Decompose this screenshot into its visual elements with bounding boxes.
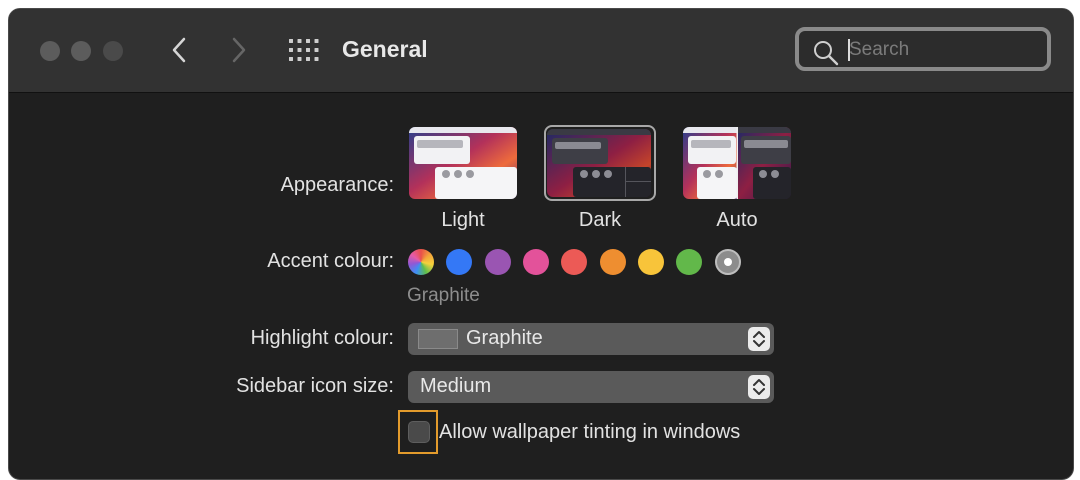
show-all-grid-icon[interactable] — [289, 39, 319, 61]
accent-red-swatch[interactable] — [561, 249, 587, 275]
search-icon — [814, 41, 839, 66]
wallpaper-tinting-checkbox[interactable] — [408, 421, 430, 443]
search-input[interactable] — [847, 37, 1041, 63]
accent-green-swatch[interactable] — [676, 249, 702, 275]
forward-button[interactable] — [224, 35, 254, 65]
accent-colour-label: Accent colour: — [267, 250, 394, 272]
title-bar: General — [9, 9, 1073, 93]
appearance-auto-label: Auto — [716, 209, 758, 231]
accent-yellow-swatch[interactable] — [638, 249, 664, 275]
highlight-colour-label: Highlight colour: — [250, 327, 394, 349]
accent-graphite-swatch[interactable] — [715, 249, 741, 275]
accent-blue-swatch[interactable] — [446, 249, 472, 275]
minimize-window-button[interactable] — [71, 41, 91, 61]
accent-pink-swatch[interactable] — [523, 249, 549, 275]
accent-purple-swatch[interactable] — [485, 249, 511, 275]
search-field[interactable] — [795, 27, 1051, 71]
highlight-colour-preview — [418, 329, 458, 349]
zoom-window-button[interactable] — [103, 41, 123, 61]
system-preferences-window: General Appearance: Light — [8, 8, 1074, 480]
wallpaper-tinting-label[interactable]: Allow wallpaper tinting in windows — [439, 421, 740, 444]
text-caret — [848, 39, 850, 61]
appearance-light-thumbnail[interactable] — [409, 127, 517, 199]
sidebar-icon-size-popup[interactable]: Medium — [408, 371, 774, 403]
appearance-light-label: Light — [441, 209, 485, 231]
sidebar-icon-size-value: Medium — [420, 375, 492, 397]
chevron-left-icon — [172, 37, 186, 63]
accent-selected-name: Graphite — [407, 285, 480, 306]
appearance-label: Appearance: — [280, 174, 394, 196]
close-window-button[interactable] — [40, 41, 60, 61]
appearance-dark-thumbnail[interactable] — [547, 129, 651, 197]
appearance-dark-label: Dark — [578, 209, 622, 231]
appearance-auto-thumbnail[interactable] — [683, 127, 791, 199]
accent-orange-swatch[interactable] — [600, 249, 626, 275]
sidebar-icon-size-label: Sidebar icon size: — [236, 375, 394, 397]
back-button[interactable] — [164, 35, 194, 65]
highlight-colour-popup[interactable]: Graphite — [408, 323, 774, 355]
chevron-right-icon — [232, 37, 246, 63]
highlight-colour-value: Graphite — [466, 327, 543, 349]
accent-multicolour-swatch[interactable] — [408, 249, 434, 275]
selected-dot-icon — [724, 258, 732, 266]
popup-stepper-icon — [748, 327, 770, 351]
window-title: General — [342, 36, 428, 62]
popup-stepper-icon — [748, 375, 770, 399]
